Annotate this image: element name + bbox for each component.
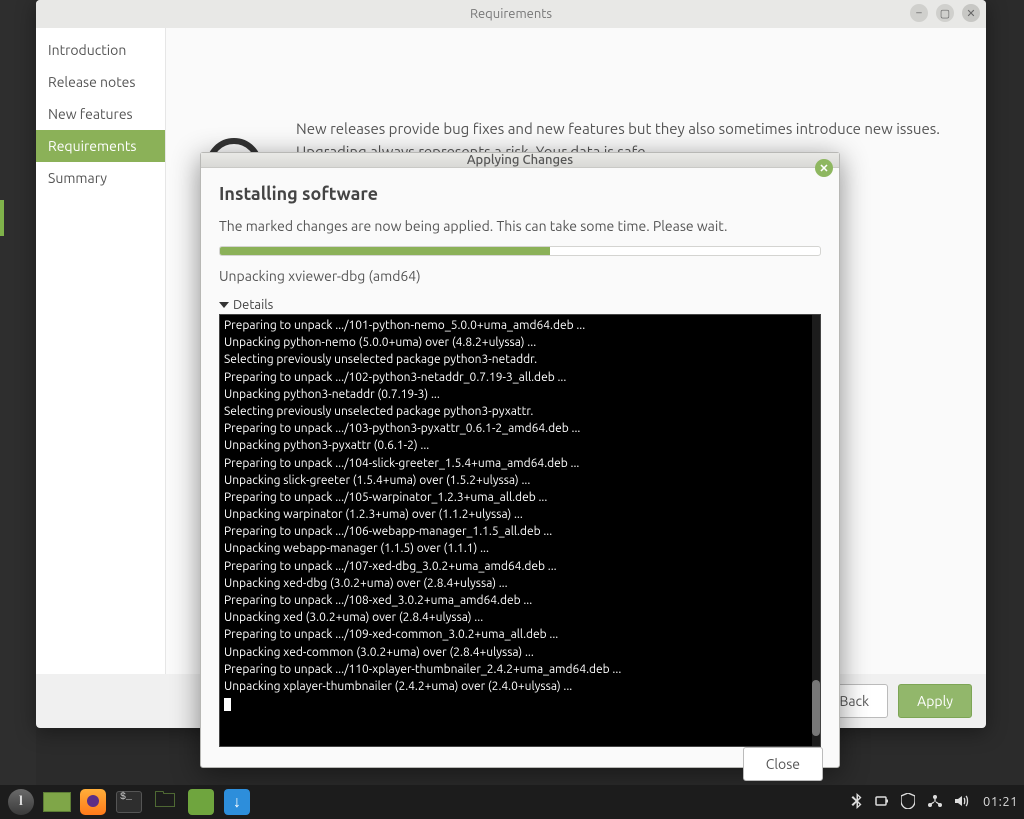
terminal-cursor <box>224 698 231 711</box>
terminal-output[interactable]: Preparing to unpack .../101-python-nemo_… <box>219 314 821 747</box>
sidebar-item-label: Requirements <box>48 138 136 154</box>
mint-logo-icon: l <box>8 789 34 815</box>
maximize-button[interactable]: ▢ <box>936 4 954 22</box>
shield-launcher[interactable] <box>186 789 216 815</box>
dialog-subtext: The marked changes are now being applied… <box>219 218 821 234</box>
dialog-titlebar[interactable]: Applying Changes ✕ <box>201 153 839 168</box>
dialog-close-icon[interactable]: ✕ <box>815 159 833 177</box>
sidebar-item-summary[interactable]: Summary <box>36 162 165 194</box>
sidebar-item-new-features[interactable]: New features <box>36 98 165 130</box>
terminal-text: Preparing to unpack .../101-python-nemo_… <box>224 319 621 693</box>
desktop-icon <box>43 792 71 812</box>
sidebar: Introduction Release notes New features … <box>36 28 166 674</box>
sidebar-item-label: Summary <box>48 170 107 186</box>
sidebar-item-label: Introduction <box>48 42 126 58</box>
sidebar-item-requirements[interactable]: Requirements <box>36 130 165 162</box>
bluetooth-icon[interactable] <box>850 793 863 812</box>
chevron-down-icon <box>219 302 229 308</box>
details-toggle[interactable]: Details <box>219 298 821 312</box>
download-icon: ↓ <box>224 789 250 815</box>
desktop: Requirements – ▢ ✕ Introduction Release … <box>0 0 1024 819</box>
sidebar-item-introduction[interactable]: Introduction <box>36 34 165 66</box>
shield-icon <box>188 789 214 815</box>
dialog-heading: Installing software <box>219 184 821 204</box>
clock[interactable]: 01:21 <box>983 795 1018 809</box>
titlebar[interactable]: Requirements – ▢ ✕ <box>36 0 986 28</box>
dialog-close-button[interactable]: Close <box>743 747 823 781</box>
sidebar-item-label: New features <box>48 106 133 122</box>
system-tray: 01:21 <box>850 793 1018 812</box>
window-title: Requirements <box>470 7 552 21</box>
dialog-footer: Close <box>201 747 839 781</box>
progress-bar <box>219 246 821 256</box>
menu-button[interactable]: l <box>6 789 36 815</box>
terminal-scrollbar[interactable] <box>812 315 820 746</box>
dialog-title: Applying Changes <box>467 153 573 167</box>
folder-icon: 🗀 <box>154 783 176 819</box>
close-button[interactable]: ✕ <box>962 4 980 22</box>
dock-active-indicator <box>0 200 4 236</box>
details-label: Details <box>233 298 273 312</box>
terminal-scroll-thumb[interactable] <box>812 680 820 736</box>
window-controls: – ▢ ✕ <box>910 4 980 22</box>
taskbar[interactable]: l $_ 🗀 ↓ 01:21 <box>0 785 1024 819</box>
files-launcher[interactable]: 🗀 <box>150 789 180 815</box>
volume-icon[interactable] <box>955 794 971 811</box>
dialog-body: Installing software The marked changes a… <box>201 168 839 747</box>
firefox-icon <box>80 789 106 815</box>
show-desktop-button[interactable] <box>42 789 72 815</box>
applying-changes-dialog: Applying Changes ✕ Installing software T… <box>200 152 840 768</box>
security-icon[interactable] <box>901 793 915 812</box>
sidebar-item-release-notes[interactable]: Release notes <box>36 66 165 98</box>
terminal-icon: $_ <box>116 791 142 813</box>
firefox-launcher[interactable] <box>78 789 108 815</box>
minimize-button[interactable]: – <box>910 4 928 22</box>
left-dock <box>0 0 36 819</box>
sidebar-item-label: Release notes <box>48 74 136 90</box>
apply-button[interactable]: Apply <box>898 684 972 718</box>
status-line: Unpacking xviewer-dbg (amd64) <box>219 268 821 284</box>
network-icon[interactable] <box>927 794 943 811</box>
battery-icon[interactable] <box>875 794 889 811</box>
download-launcher[interactable]: ↓ <box>222 789 252 815</box>
progress-fill <box>220 247 550 255</box>
terminal-launcher[interactable]: $_ <box>114 789 144 815</box>
